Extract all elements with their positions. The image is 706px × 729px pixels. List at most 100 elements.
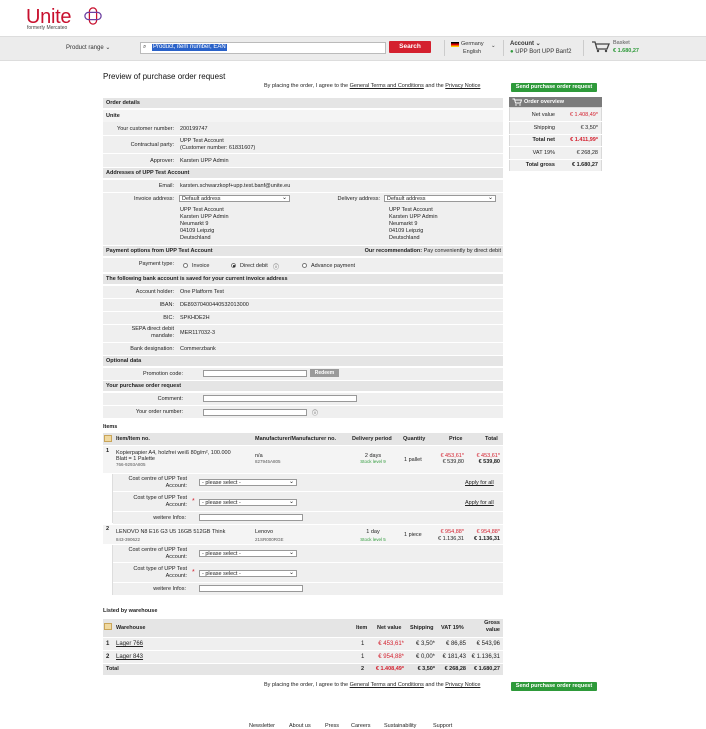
bic-row: BIC: SPKHDE2H — [103, 312, 503, 325]
sepa-row: SEPA direct debit mandate: MER117032-3 — [103, 325, 503, 343]
online-status-icon: ● — [510, 49, 514, 55]
privacy-link[interactable]: Privacy Notice — [445, 682, 480, 688]
privacy-link[interactable]: Privacy Notice — [445, 83, 480, 89]
email-row: Email: karsten.schwarzkopf+upp.test.banf… — [103, 180, 503, 193]
table-row: 1 Lager 766 1 € 453,61* € 3,50* € 86,85 … — [103, 638, 503, 651]
warehouse-link[interactable]: Lager 766 — [116, 641, 143, 647]
order-number-input[interactable] — [203, 409, 307, 416]
search-button[interactable]: Search — [389, 41, 431, 53]
basket-button[interactable]: Basket € 1.680,27 — [591, 39, 639, 55]
overview-total-gross-row: Total gross € 1.680,27 — [509, 159, 602, 172]
payment-type-row: Payment type: Invoice Direct debit ⓘ Adv… — [103, 258, 503, 273]
section-bank-account: The following bank account is saved for … — [103, 274, 503, 285]
overview-vat-row: VAT 19% € 268,28 — [509, 147, 602, 160]
language-selector[interactable]: Germany English ⌄ — [451, 40, 496, 56]
terms-link[interactable]: General Terms and Conditions — [350, 682, 424, 688]
chevron-down-icon: ⌄ — [491, 43, 496, 49]
redeem-button[interactable]: Redeem — [310, 369, 339, 377]
comment-input[interactable] — [203, 395, 357, 402]
cost-type-select[interactable]: - please select - ⌄ — [199, 499, 297, 506]
chevron-down-icon: ⌄ — [105, 45, 111, 51]
required-icon: * — [192, 498, 195, 505]
basket-icon — [512, 98, 522, 106]
section-order-details: Order details — [103, 98, 503, 109]
invoice-address-select[interactable]: Default address ⌄ — [179, 195, 290, 202]
invoice-address-block: UPP Test Account Karsten UPP Admin Neumark… — [180, 207, 229, 241]
delivery-address-select[interactable]: Default address ⌄ — [384, 195, 496, 202]
more-info-input[interactable] — [199, 514, 303, 521]
terms-link[interactable]: General Terms and Conditions — [350, 83, 424, 89]
chevron-down-icon: ⌄ — [288, 570, 294, 576]
cost-centre-select[interactable]: - please select - ⌄ — [199, 550, 297, 557]
footer-link-press[interactable]: Press — [325, 723, 339, 729]
radio-advance-payment[interactable] — [302, 263, 307, 268]
item-name[interactable]: LENOVO N8 E16 G3 U5 16GB 512GB Think — [116, 529, 225, 536]
send-order-button[interactable]: Send purchase order request — [511, 682, 597, 691]
account-menu[interactable]: Account ⌄ ● UPP Bort UPP Banf2 — [510, 40, 571, 56]
logo-subtitle: formerly Mercateo — [27, 25, 68, 31]
table-row: 1 Kopierpapier A4, holzfrei weiß 80g/m²,… — [103, 446, 503, 474]
chevron-down-icon: ⌄ — [288, 479, 294, 485]
apply-all-link[interactable]: Apply for all — [465, 480, 494, 486]
customer-number-row: Your customer number: 200199747 — [103, 122, 503, 136]
section-purchase-request: Your purchase order request — [103, 381, 503, 392]
items-heading: Items — [103, 424, 118, 430]
overview-net-row: Net value € 1.408,49* — [509, 109, 602, 122]
footer-link-sustainability[interactable]: Sustainability — [384, 723, 416, 729]
info-icon[interactable]: ⓘ — [273, 262, 279, 271]
order-number-row: Your order number: ⓘ — [103, 406, 503, 419]
chevron-down-icon: ⌄ — [288, 499, 294, 505]
order-overview-header: Order overview — [509, 97, 602, 107]
promotion-row: Promotion code: Redeem — [103, 368, 503, 381]
terms-notice: By placing the order, I agree to the Gen… — [264, 83, 481, 89]
more-info-input[interactable] — [199, 585, 303, 592]
divider — [583, 40, 584, 56]
chevron-down-icon: ⌄ — [487, 195, 493, 201]
more-info-row: weitere Infos: — [113, 583, 503, 595]
table-icon — [104, 623, 112, 630]
footer-link-support[interactable]: Support — [433, 723, 452, 729]
cost-centre-select[interactable]: - please select - ⌄ — [199, 479, 297, 486]
info-icon[interactable]: ⓘ — [312, 408, 318, 417]
contractual-party-row: Contractual party: UPP Test Account (Cust… — [103, 136, 503, 154]
approver-row: Approver: Karsten UPP Admin — [103, 154, 503, 168]
footer-link-careers[interactable]: Careers — [351, 723, 371, 729]
address-row: Invoice address: Default address ⌄ Delive… — [103, 193, 503, 246]
indent — [103, 545, 113, 595]
divider — [503, 40, 504, 56]
terms-notice: By placing the order, I agree to the Gen… — [264, 682, 481, 688]
section-addresses: Addresses of UPP Test Account — [103, 168, 503, 179]
delivery-address-block: UPP Test Account Karsten UPP Admin Neumark… — [389, 207, 438, 241]
chevron-down-icon: ⌄ — [288, 550, 294, 556]
basket-icon — [592, 41, 610, 53]
warehouse-link[interactable]: Lager 843 — [116, 654, 143, 660]
warehouse-table-header: Warehouse Item Net value Shipping VAT 19… — [103, 619, 503, 638]
search-placeholder: Product, item number, EAN — [152, 44, 227, 51]
items-table-header: Item/Item no. Manufacturer/Manufacturer … — [103, 433, 503, 446]
send-order-button[interactable]: Send purchase order request — [511, 83, 597, 92]
warehouse-total-row: Total 2 € 1.408,49* € 3,50* € 268,28 € 1… — [103, 664, 503, 676]
section-payment: Payment options from UPP Test Account Ou… — [103, 246, 503, 257]
footer-link-newsletter[interactable]: Newsletter — [249, 723, 275, 729]
flag-germany-icon — [451, 42, 459, 47]
promotion-code-input[interactable] — [203, 370, 307, 377]
account-holder-row: Account holder: One Platform Test — [103, 286, 503, 299]
search-icon: ⌕ — [143, 44, 147, 50]
cost-type-select[interactable]: - please select - ⌄ — [199, 570, 297, 577]
cost-centre-row: Cost centre of UPP Test Account: - please… — [113, 474, 503, 491]
cost-type-row: Cost type of UPP Test Account: * - please… — [113, 563, 503, 582]
cost-type-row: Cost type of UPP Test Account: * - please… — [113, 492, 503, 511]
cost-centre-row: Cost centre of UPP Test Account: - please… — [113, 545, 503, 562]
product-range-menu[interactable]: Product range ⌄ — [66, 44, 110, 51]
indent — [103, 474, 113, 523]
radio-invoice[interactable] — [183, 263, 188, 268]
footer-link-about[interactable]: About us — [289, 723, 311, 729]
overview-total-net-row: Total net € 1.411,99* — [509, 134, 602, 147]
more-info-row: weitere Infos: — [113, 512, 503, 524]
apply-all-link[interactable]: Apply for all — [465, 500, 494, 506]
radio-direct-debit[interactable] — [231, 263, 236, 268]
comment-row: Comment: — [103, 393, 503, 406]
table-row: 2 LENOVO N8 E16 G3 U5 16GB 512GB Think 84… — [103, 525, 503, 545]
overview-shipping-row: Shipping € 3,50* — [509, 122, 602, 135]
bank-designation-row: Bank designation: Commerzbank — [103, 343, 503, 356]
